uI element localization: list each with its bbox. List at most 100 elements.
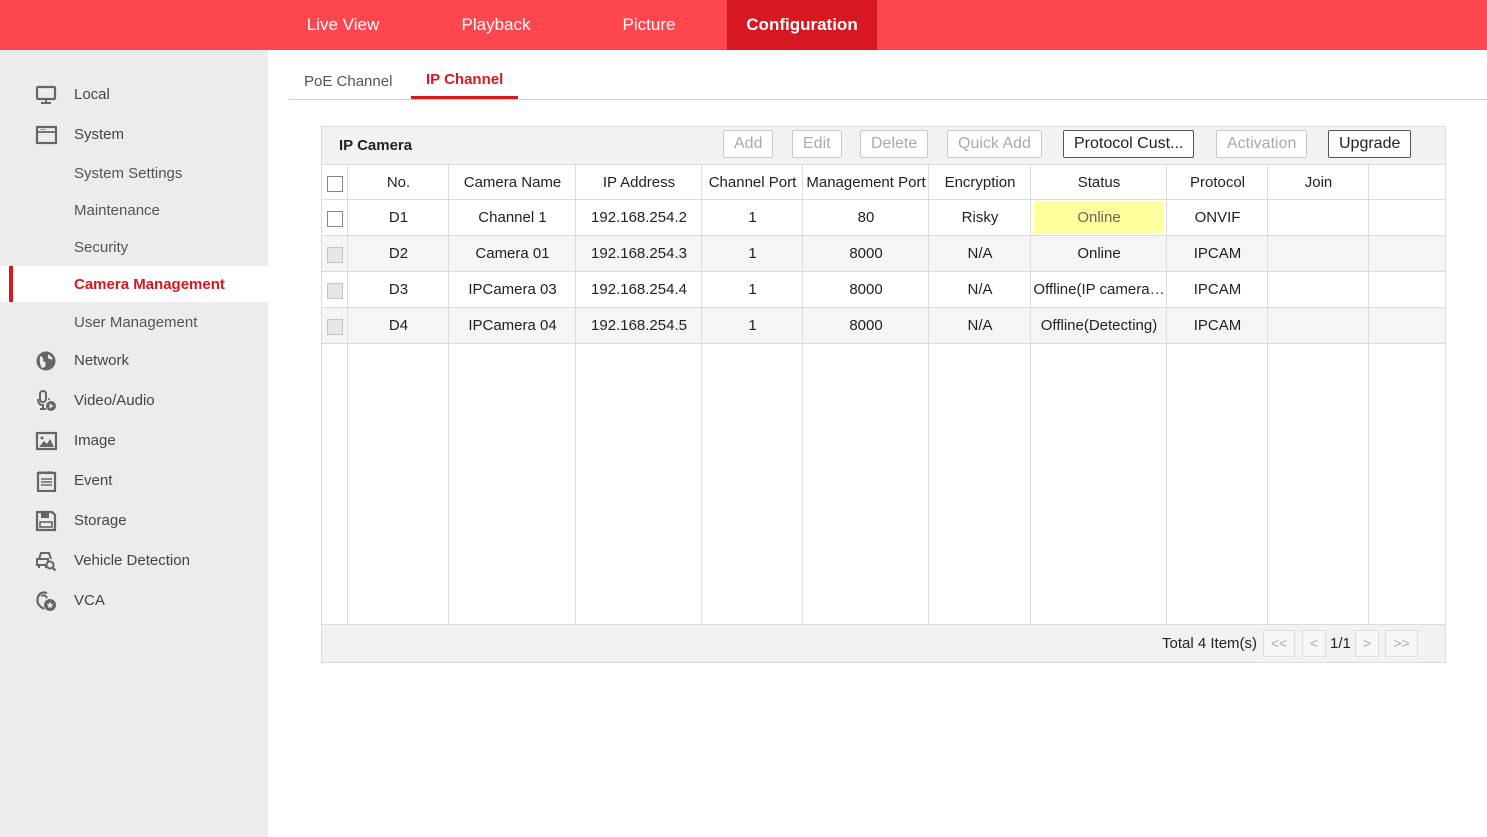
column-divider — [802, 164, 803, 624]
sidebar-item-local[interactable]: Local — [0, 76, 268, 112]
upgrade-button[interactable]: Upgrade — [1328, 130, 1412, 158]
cell-protocol: ONVIF — [1194, 209, 1241, 226]
tab-ip-channel[interactable]: IP Channel — [411, 62, 519, 99]
sidebar-item-label: Maintenance — [74, 201, 160, 219]
protocol-custom-button[interactable]: Protocol Cust... — [1063, 130, 1195, 158]
table-row[interactable]: D2 Camera 01 192.168.254.3 1 8000 N/A On… — [322, 236, 1445, 272]
cell-ip-address: 192.168.254.2 — [591, 209, 687, 226]
globe-icon — [36, 351, 56, 371]
monitor-icon — [35, 85, 57, 104]
total-items-label: Total 4 Item(s) — [1162, 635, 1258, 652]
channel-tabs: PoE Channel IP Channel — [289, 62, 1487, 100]
row-checkbox[interactable] — [327, 283, 343, 299]
last-page-button[interactable]: >> — [1385, 630, 1418, 657]
cell-encryption: N/A — [967, 281, 993, 298]
edit-button[interactable]: Edit — [792, 130, 842, 158]
sidebar-item-system-settings[interactable]: System Settings — [0, 155, 268, 191]
sidebar-item-label: Vehicle Detection — [74, 551, 190, 569]
column-divider — [928, 164, 929, 624]
row-checkbox[interactable] — [327, 247, 343, 263]
sidebar-item-label: Event — [74, 471, 113, 489]
sidebar-item-label: Storage — [74, 511, 127, 529]
cell-ip-address: 192.168.254.5 — [591, 317, 687, 334]
sidebar-item-label: Local — [74, 85, 110, 103]
column-divider — [1166, 164, 1167, 624]
cell-channel-port: 1 — [748, 209, 757, 226]
sidebar-item-image[interactable]: Image — [0, 422, 268, 458]
table-row[interactable]: D3 IPCamera 03 192.168.254.4 1 8000 N/A … — [322, 272, 1445, 308]
pagination-bar: Total 4 Item(s) << < 1/1 > >> — [322, 624, 1445, 662]
ip-camera-panel: IP Camera Add Edit Delete Quick Add Prot… — [321, 126, 1446, 663]
sidebar-item-camera-management[interactable]: Camera Management — [0, 266, 268, 302]
sidebar-item-video-audio[interactable]: Video/Audio — [0, 382, 268, 418]
cell-management-port: 8000 — [849, 245, 883, 262]
col-header-extra — [1369, 165, 1445, 200]
sidebar-item-user-management[interactable]: User Management — [0, 304, 268, 340]
cell-join[interactable] — [1268, 200, 1369, 235]
quick-add-button[interactable]: Quick Add — [947, 130, 1042, 158]
vehicle-search-icon — [36, 552, 57, 572]
sidebar-item-label: Video/Audio — [74, 391, 155, 409]
cell-encryption: N/A — [967, 245, 993, 262]
col-header-ip-address: IP Address — [602, 174, 676, 191]
cell-status: Online — [1031, 200, 1167, 235]
sidebar-item-vca[interactable]: VCA — [0, 582, 268, 618]
add-button[interactable]: Add — [723, 130, 774, 158]
next-page-button[interactable]: > — [1355, 630, 1379, 657]
sidebar-item-label: Security — [74, 238, 129, 256]
column-divider — [701, 164, 702, 624]
system-window-icon — [35, 125, 57, 145]
tab-poe-channel[interactable]: PoE Channel — [289, 62, 407, 99]
cell-channel-port: 1 — [748, 317, 757, 334]
nav-configuration[interactable]: Configuration — [727, 0, 877, 50]
delete-button[interactable]: Delete — [860, 130, 929, 158]
prev-page-button[interactable]: < — [1302, 630, 1326, 657]
cell-channel-port: 1 — [748, 245, 757, 262]
table-row[interactable]: D4 IPCamera 04 192.168.254.5 1 8000 N/A … — [322, 308, 1445, 344]
image-icon — [35, 431, 57, 451]
select-all-checkbox[interactable] — [327, 176, 343, 192]
page-indicator: 1/1 — [1330, 635, 1351, 652]
sidebar-item-security[interactable]: Security — [0, 229, 268, 265]
sidebar-item-vehicle-detection[interactable]: Vehicle Detection — [0, 542, 268, 578]
cell-join[interactable] — [1268, 308, 1369, 343]
col-header-encryption: Encryption — [944, 174, 1016, 191]
panel-title: IP Camera — [339, 137, 413, 154]
cell-encryption: N/A — [967, 317, 993, 334]
cell-management-port: 8000 — [849, 281, 883, 298]
sidebar-item-event[interactable]: Event — [0, 462, 268, 498]
sidebar-item-maintenance[interactable]: Maintenance — [0, 192, 268, 228]
nav-playback[interactable]: Playback — [421, 0, 571, 50]
nav-picture[interactable]: Picture — [574, 0, 724, 50]
cell-ip-address: 192.168.254.3 — [591, 245, 687, 262]
cell-management-port: 80 — [857, 209, 875, 226]
col-header-camera-name: Camera Name — [463, 174, 562, 191]
row-checkbox[interactable] — [327, 319, 343, 335]
row-checkbox[interactable] — [327, 211, 343, 227]
cell-protocol: IPCAM — [1193, 245, 1242, 262]
activation-button[interactable]: Activation — [1216, 130, 1308, 158]
sidebar-item-label: System — [74, 125, 125, 143]
col-header-channel-port: Channel Port — [708, 174, 797, 191]
sidebar-item-system[interactable]: System — [0, 116, 268, 152]
table-row[interactable]: D1 Channel 1 192.168.254.2 1 80 Risky On… — [322, 200, 1445, 236]
cell-join[interactable] — [1268, 272, 1369, 307]
sidebar-item-storage[interactable]: Storage — [0, 502, 268, 538]
cell-protocol: IPCAM — [1193, 317, 1242, 334]
cell-no: D3 — [388, 281, 409, 298]
nav-live-view[interactable]: Live View — [268, 0, 418, 50]
sidebar-item-network[interactable]: Network — [0, 342, 268, 378]
sidebar: Local System System Settings Maintenance… — [0, 50, 268, 837]
column-divider — [1267, 164, 1268, 624]
sidebar-item-label: Network — [74, 351, 130, 369]
panel-toolbar: IP Camera Add Edit Delete Quick Add Prot… — [322, 127, 1445, 164]
sidebar-item-label: VCA — [74, 591, 105, 609]
sidebar-item-label: User Management — [74, 313, 198, 331]
cell-join[interactable] — [1268, 236, 1369, 271]
vca-icon — [36, 591, 56, 611]
col-header-status: Status — [1077, 174, 1121, 191]
microphone-play-icon — [37, 390, 56, 411]
first-page-button[interactable]: << — [1263, 630, 1295, 657]
cell-encryption: Risky — [961, 209, 999, 226]
top-navigation-bar: Live View Playback Picture Configuration — [0, 0, 1487, 50]
